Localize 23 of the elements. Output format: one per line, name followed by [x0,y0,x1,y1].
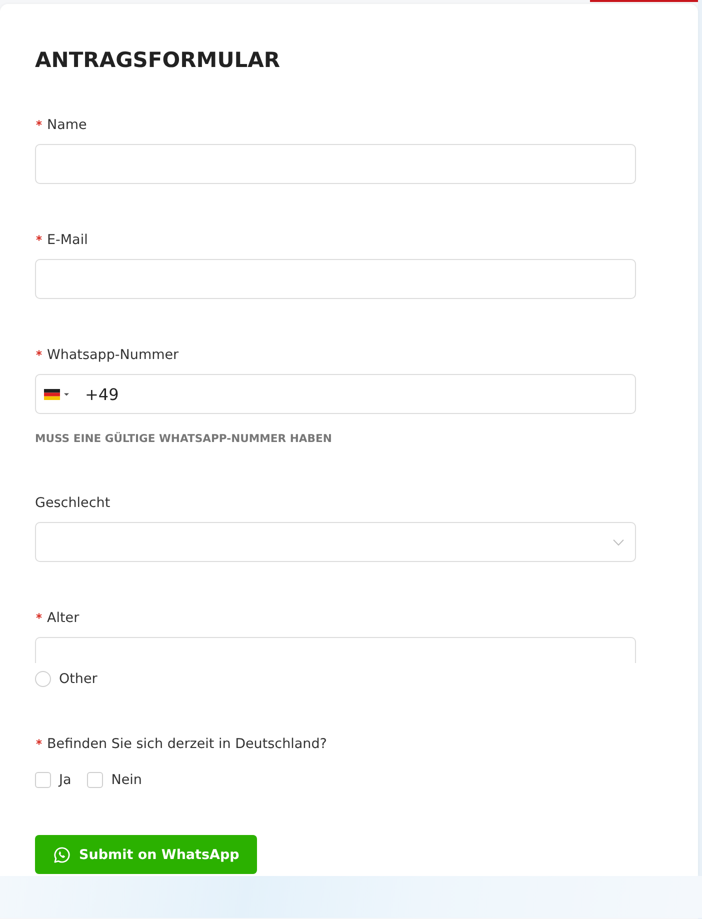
phone-field[interactable]: +49 [35,374,636,414]
input-field[interactable] [35,637,636,663]
form-title: ANTRAGSFORMULAR [35,47,280,73]
field-label: Befinden Sie sich derzeit in Deutschland? [47,735,327,754]
option-label[interactable]: Nein [111,771,142,789]
select-field[interactable] [35,522,636,562]
flag-icon[interactable] [44,388,60,400]
chat-phone-icon [53,846,71,864]
field-label: Name [47,116,87,135]
chevron-down-icon[interactable] [613,538,624,546]
field-label: Alter [47,609,80,628]
option-label[interactable]: Ja [59,771,72,789]
radio-button[interactable] [35,671,51,687]
field-label: E-Mail [47,231,88,250]
field-hint: MUSS EINE GÜLTIGE WHATSAPP-NUMMER HABEN [35,431,332,447]
caret-icon[interactable] [64,392,69,396]
input-field[interactable] [35,259,636,299]
input-field[interactable] [35,144,636,184]
field-label: Geschlecht [35,494,110,513]
checkbox[interactable] [35,772,51,788]
field-label: Whatsapp-Nummer [47,346,179,365]
checkbox[interactable] [87,772,104,788]
option-label[interactable]: Other [59,670,98,688]
